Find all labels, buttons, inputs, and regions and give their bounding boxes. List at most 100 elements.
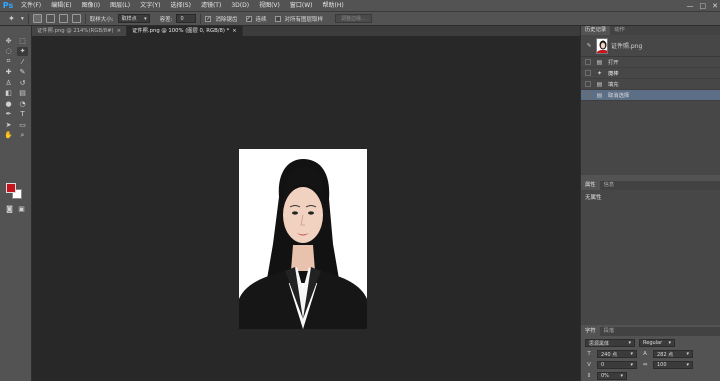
minimize-button[interactable]: —	[687, 2, 694, 10]
screen-mode-icon[interactable]: ▣	[16, 204, 27, 213]
menu-3d[interactable]: 3D(D)	[226, 0, 254, 12]
canvas-area[interactable]	[32, 36, 580, 381]
sample-size-value: 取样点	[121, 16, 137, 22]
gradient-tool-icon[interactable]: ▤	[17, 89, 28, 98]
tolerance-input[interactable]: 0	[176, 14, 197, 23]
sample-size-select[interactable]: 取样点 ▾	[117, 14, 150, 23]
font-family-value: 思源黑体	[589, 340, 610, 347]
marquee-tool-icon[interactable]: ⬚	[17, 36, 28, 45]
refine-edge-button[interactable]: 调整边缘...	[335, 14, 372, 23]
menu-type[interactable]: 文字(Y)	[135, 0, 165, 12]
brush-source-icon[interactable]: ✎	[585, 43, 593, 49]
leading-input[interactable]: 282 点 ▾	[653, 350, 693, 358]
tab-actions[interactable]: 动作	[610, 26, 629, 35]
kerning-icon: V	[587, 362, 591, 368]
zoom-tool-icon[interactable]: ⌕	[17, 131, 28, 140]
scale-input[interactable]: 0% ▾	[597, 372, 627, 380]
history-checkbox[interactable]	[585, 92, 591, 98]
sample-size-label: 取样大小:	[89, 16, 114, 23]
leading-value: 282 点	[657, 351, 674, 358]
history-snapshot[interactable]: ✎ 证件照.png	[581, 35, 720, 57]
all-layers-checkbox[interactable]	[274, 15, 281, 22]
lasso-tool-icon[interactable]: ◌	[3, 47, 14, 56]
tracking-input[interactable]: 100 ▾	[653, 361, 693, 369]
spot-healing-tool-icon[interactable]: ✚	[3, 68, 14, 77]
close-button[interactable]: ✕	[712, 2, 718, 10]
maximize-button[interactable]: □	[700, 2, 707, 10]
magic-wand-tool-icon[interactable]: ✦	[17, 46, 28, 56]
contiguous-checkbox[interactable]: ✓	[245, 15, 252, 22]
id-photo-image[interactable]	[239, 149, 367, 329]
antialias-label: 消除锯齿	[215, 16, 238, 23]
tab-document-1[interactable]: 证件照.png @ 214%(RGB/8#) ×	[32, 26, 128, 36]
magic-wand-preset-icon[interactable]: ✦	[6, 14, 17, 23]
magic-wand-icon: ✦	[596, 69, 603, 77]
divider	[27, 13, 29, 24]
history-checkbox[interactable]	[585, 59, 591, 65]
tab-paragraph[interactable]: 段落	[600, 327, 619, 336]
add-selection-icon[interactable]	[45, 14, 55, 23]
tab-document-2[interactable]: 证件照.png @ 100% (图层 0, RGB/8) * ×	[127, 26, 243, 36]
eyedropper-tool-icon[interactable]: ⁄	[17, 57, 28, 66]
character-panel: 字符 段落 思源黑体 ▾ Regular ▾ T 240 点 ▾ A 282 点 ▾ V…	[581, 327, 720, 381]
crop-tool-icon[interactable]: ⌗	[3, 57, 14, 66]
new-selection-icon[interactable]	[32, 14, 42, 23]
quick-mask-icon[interactable]: ◙	[4, 204, 15, 213]
history-item-deselect[interactable]: ▤ 取消选择	[581, 90, 720, 101]
menu-filter[interactable]: 滤镜(T)	[196, 0, 226, 12]
move-tool-icon[interactable]: ✥	[3, 36, 14, 45]
history-item-label: 打开	[608, 60, 619, 66]
history-item-magic-wand[interactable]: ✦ 魔棒	[581, 68, 720, 79]
tab-properties[interactable]: 属性	[581, 181, 600, 190]
history-checkbox[interactable]	[585, 70, 591, 76]
preset-arrow-icon[interactable]: ▾	[21, 16, 24, 22]
document-icon: ▤	[596, 58, 603, 66]
size-row: T 240 点 ▾ A 282 点 ▾	[581, 350, 720, 358]
font-size-input[interactable]: 240 点 ▾	[597, 350, 637, 358]
font-family-select[interactable]: 思源黑体 ▾	[585, 339, 635, 347]
history-item-open[interactable]: ▤ 打开	[581, 57, 720, 68]
chevron-down-icon: ▾	[144, 15, 147, 22]
brush-tool-icon[interactable]: ✎	[17, 68, 28, 77]
kerning-input[interactable]: 0 ▾	[597, 361, 637, 369]
dodge-tool-icon[interactable]: ◔	[17, 99, 28, 108]
clone-stamp-tool-icon[interactable]: ♙	[3, 78, 14, 87]
menu-edit[interactable]: 编辑(E)	[46, 0, 76, 12]
history-panel: ✎ 证件照.png ▤ 打开 ✦ 魔棒 ▤ 填充 ▤ 取消选择 ▣	[581, 35, 720, 188]
snapshot-thumbnail	[596, 37, 608, 54]
chevron-down-icon: ▾	[686, 362, 689, 368]
type-tool-icon[interactable]: T	[17, 110, 28, 119]
intersect-selection-icon[interactable]	[71, 14, 81, 23]
history-checkbox[interactable]	[585, 81, 591, 87]
history-item-label: 魔棒	[608, 71, 619, 77]
chevron-down-icon: ▾	[686, 351, 689, 357]
font-style-select[interactable]: Regular ▾	[639, 339, 675, 347]
rectangle-tool-icon[interactable]: ▭	[17, 120, 28, 129]
tab-character[interactable]: 字符	[581, 327, 600, 336]
tracking-row: V 0 ▾ ⇔ 100 ▾	[581, 361, 720, 369]
foreground-color-swatch[interactable]	[6, 183, 16, 193]
menu-layer[interactable]: 图层(L)	[105, 0, 135, 12]
blur-tool-icon[interactable]: ●	[3, 99, 14, 108]
chevron-down-icon: ▾	[668, 340, 671, 346]
history-item-fill[interactable]: ▤ 填充	[581, 79, 720, 90]
hand-tool-icon[interactable]: ✋	[3, 131, 14, 140]
close-icon[interactable]: ×	[117, 26, 121, 36]
path-selection-tool-icon[interactable]: ➤	[3, 120, 14, 129]
tab-label: 证件照.png @ 100% (图层 0, RGB/8) *	[132, 28, 230, 34]
menu-window[interactable]: 窗口(W)	[285, 0, 318, 12]
menu-help[interactable]: 帮助(H)	[318, 0, 349, 12]
subtract-selection-icon[interactable]	[58, 14, 68, 23]
close-icon[interactable]: ×	[232, 26, 236, 36]
tab-info[interactable]: 信息	[600, 181, 619, 190]
menu-view[interactable]: 视图(V)	[254, 0, 285, 12]
menu-image[interactable]: 图像(I)	[77, 0, 105, 12]
history-brush-tool-icon[interactable]: ↺	[17, 78, 28, 87]
menu-select[interactable]: 选择(S)	[165, 0, 196, 12]
pen-tool-icon[interactable]: ✒	[3, 110, 14, 119]
menu-file[interactable]: 文件(F)	[16, 0, 46, 12]
tab-history[interactable]: 历史记录	[581, 26, 611, 35]
eraser-tool-icon[interactable]: ◧	[3, 89, 14, 98]
character-panel-tabs: 字符 段落	[581, 327, 720, 336]
antialias-checkbox[interactable]: ✓	[205, 15, 212, 22]
